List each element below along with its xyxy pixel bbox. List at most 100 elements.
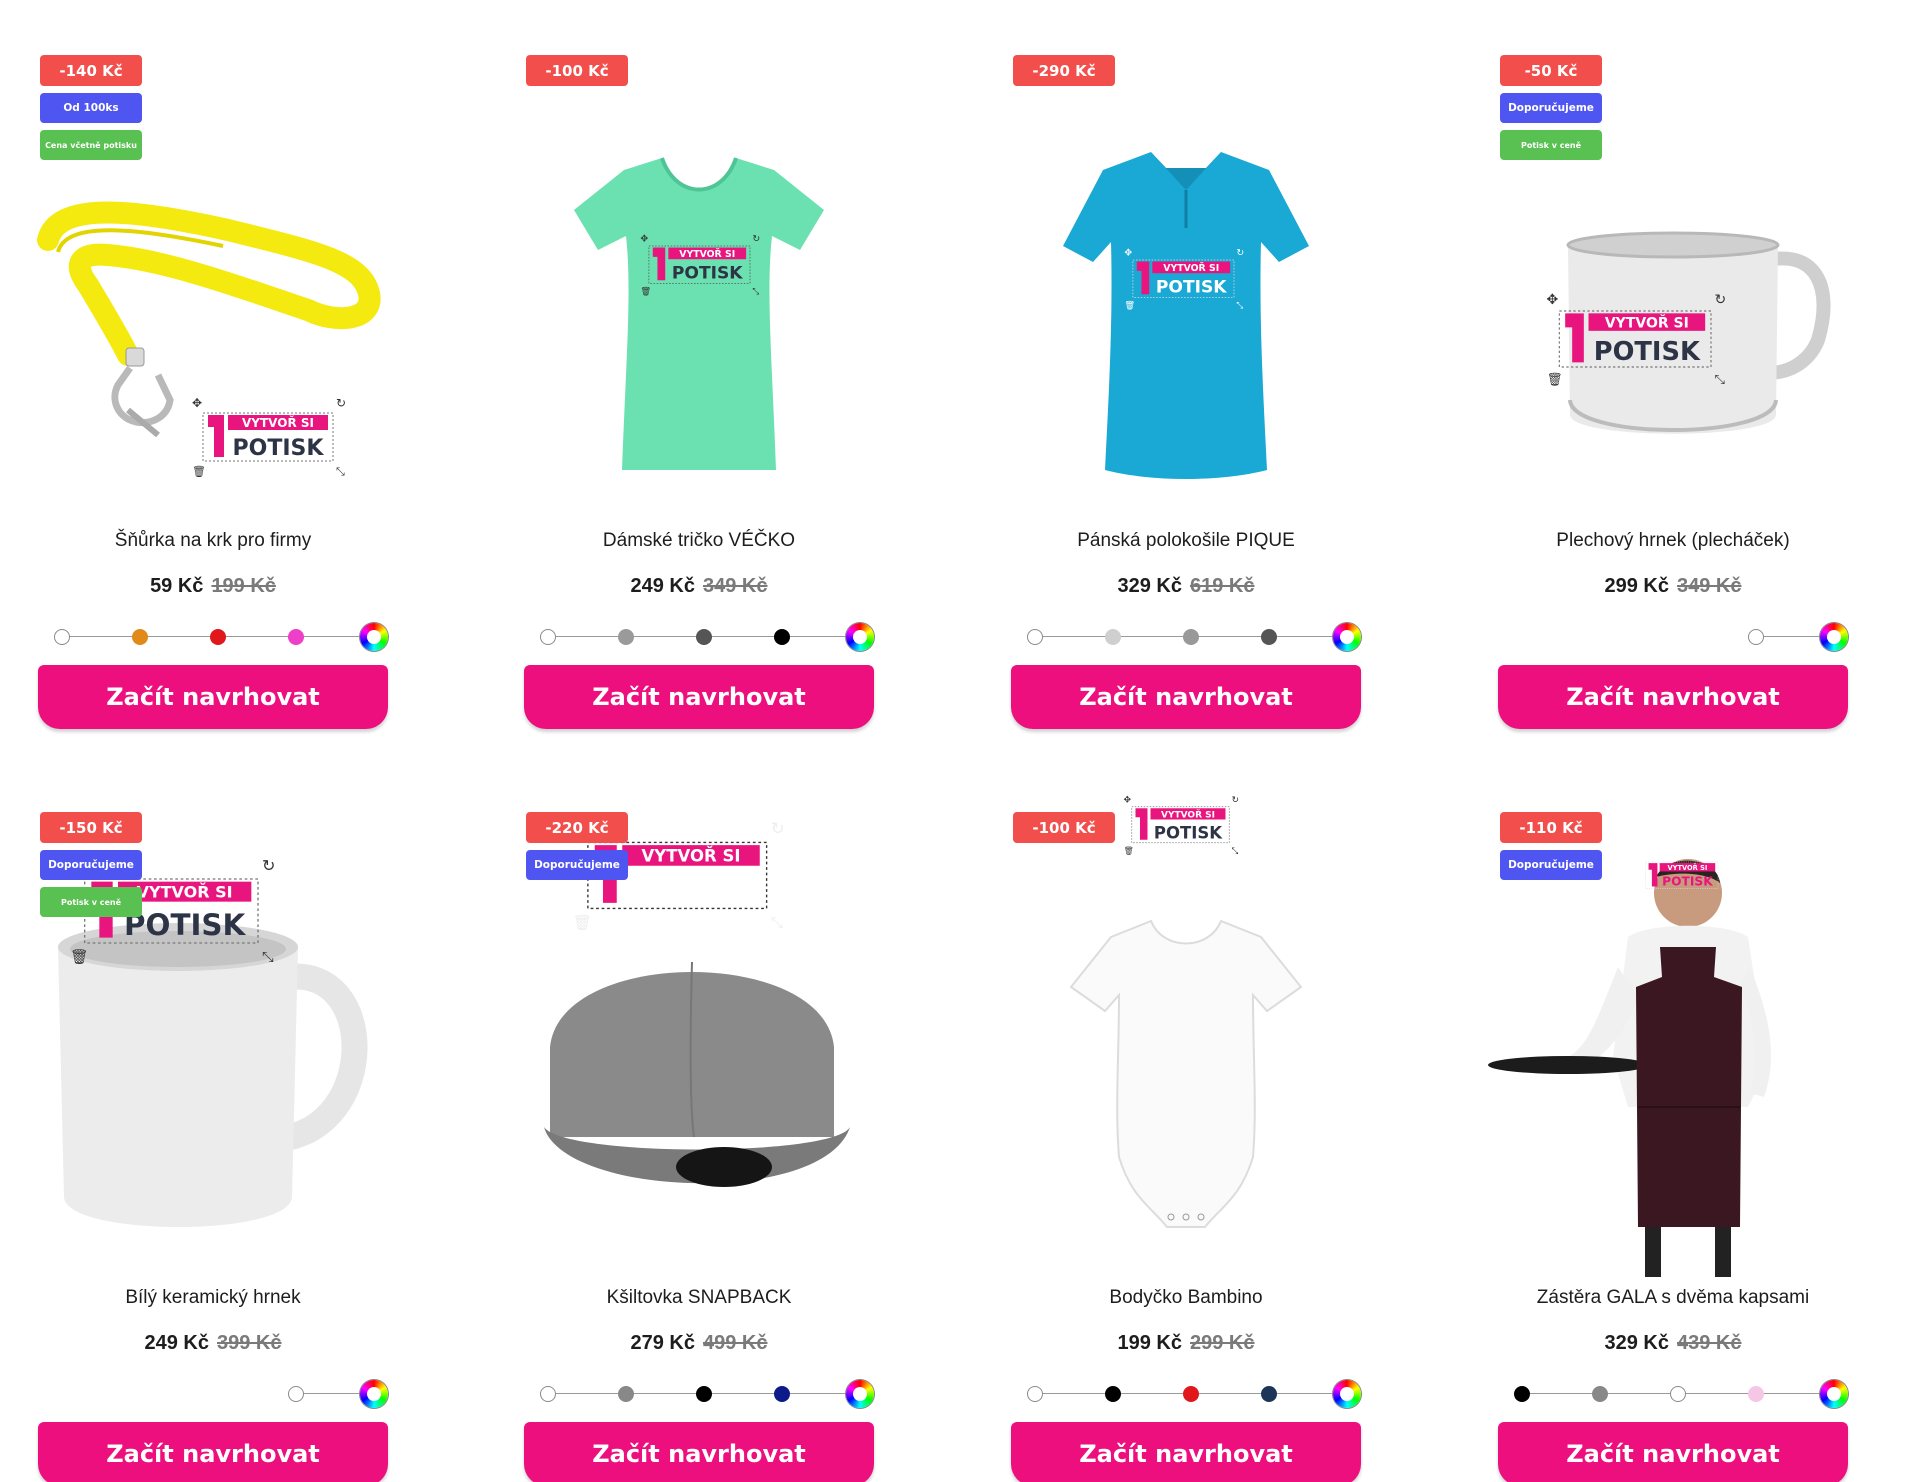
rotate-icon[interactable]: ↻ — [1236, 247, 1244, 257]
color-swatch[interactable] — [1183, 1386, 1199, 1402]
rotate-icon[interactable]: ↻ — [336, 396, 346, 410]
trash-icon[interactable]: 🗑 — [1547, 371, 1563, 386]
trash-icon[interactable]: 🗑 — [70, 949, 89, 966]
rotate-icon[interactable]: ↻ — [771, 820, 785, 838]
color-swatch[interactable] — [540, 629, 556, 645]
design-preview[interactable]: VYTVOŘ SI POTISK — [1638, 852, 1728, 897]
move-icon[interactable]: ✥ — [1547, 291, 1559, 307]
design-preview[interactable]: VYTVOŘ SI POTISK ✥ ↻ 🗑 ⤡ — [1120, 246, 1250, 311]
color-swatch[interactable] — [1027, 1386, 1043, 1402]
move-icon[interactable]: ✥ — [640, 233, 648, 243]
potisk-logo: VYTVOŘ SI POTISK ✥ ↻ 🗑 ⤡ — [1547, 291, 1727, 386]
product-card[interactable]: -220 Kč Doporučujeme VYTVOŘ SI POTISK ✥ … — [486, 757, 972, 1482]
resize-icon[interactable]: ⤡ — [1232, 846, 1239, 855]
color-swatch[interactable] — [1748, 1386, 1764, 1402]
start-design-button[interactable]: Začít navrhovat — [524, 665, 874, 729]
rotate-icon[interactable]: ↻ — [1232, 794, 1240, 804]
rotate-icon[interactable]: ↻ — [1715, 291, 1727, 307]
trash-icon[interactable]: 🗑 — [573, 915, 592, 932]
color-swatch[interactable] — [618, 1386, 634, 1402]
move-icon[interactable]: ✥ — [1124, 247, 1132, 257]
product-title[interactable]: Dámské tričko VÉČKO — [486, 530, 912, 552]
design-preview[interactable]: VYTVOŘ SI POTISK ✥ ↻ 🗑 ⤡ — [636, 232, 766, 297]
start-design-button[interactable]: Začít navrhovat — [1011, 665, 1361, 729]
product-title[interactable]: Šňůrka na krk pro firmy — [0, 530, 426, 552]
discount-badge: -110 Kč — [1500, 812, 1602, 843]
product-image[interactable] — [991, 150, 1381, 520]
start-design-button[interactable]: Začít navrhovat — [1498, 665, 1848, 729]
trash-icon[interactable]: 🗑 — [1124, 845, 1134, 855]
color-swatch[interactable] — [1670, 1386, 1686, 1402]
color-swatch[interactable] — [1514, 1386, 1530, 1402]
color-swatch[interactable] — [1027, 629, 1043, 645]
color-swatch[interactable] — [1592, 1386, 1608, 1402]
color-swatch[interactable] — [1105, 629, 1121, 645]
design-preview[interactable]: VYTVOŘ SI POTISK ✥ ↻ 🗑 ⤡ — [1540, 290, 1730, 390]
product-title[interactable]: Bodyčko Bambino — [973, 1287, 1399, 1309]
color-wheel-icon[interactable] — [1820, 1380, 1848, 1408]
resize-icon[interactable]: ⤡ — [1236, 300, 1243, 310]
product-image[interactable] — [991, 907, 1381, 1277]
color-swatch[interactable] — [1261, 629, 1277, 645]
move-icon[interactable]: ✥ — [1124, 794, 1132, 804]
color-wheel-icon[interactable] — [846, 623, 874, 651]
color-swatch[interactable] — [696, 1386, 712, 1402]
color-wheel-icon[interactable] — [846, 1380, 874, 1408]
color-wheel-icon[interactable] — [1333, 1380, 1361, 1408]
start-design-button[interactable]: Začít navrhovat — [524, 1422, 874, 1482]
design-preview[interactable]: VYTVOŘ SI POTISK ✥ ↻ 🗑 ⤡ — [190, 395, 346, 478]
color-swatch[interactable] — [696, 629, 712, 645]
design-preview[interactable]: VYTVOŘ SI POTISK ✥ ↻ 🗑 ⤡ — [1122, 792, 1242, 855]
trash-icon[interactable]: 🗑 — [1124, 300, 1135, 310]
trash-icon[interactable]: 🗑 — [640, 286, 651, 296]
print-badge: Potisk v ceně — [40, 887, 142, 917]
color-swatch[interactable] — [774, 629, 790, 645]
product-card[interactable]: -100 Kč VYTVOŘ SI POTISK ✥ ↻ 🗑 ⤡ Bodyčko… — [973, 757, 1459, 1482]
color-swatch[interactable] — [132, 629, 148, 645]
product-card[interactable]: -100 Kč VYTVOŘ SI POTISK ✥ ↻ 🗑 ⤡ Dámské … — [486, 0, 972, 740]
product-card[interactable]: -140 Kč Od 100ks Cena včetně potisku VYT… — [0, 0, 486, 740]
product-card[interactable]: -110 Kč Doporučujeme VYTVOŘ SI POTISK Zá… — [1460, 757, 1920, 1482]
product-card[interactable]: -50 Kč Doporučujeme Potisk v ceně VYTVOŘ… — [1460, 0, 1920, 740]
color-wheel-icon[interactable] — [360, 1380, 388, 1408]
color-swatch[interactable] — [288, 1386, 304, 1402]
trash-icon[interactable]: 🗑 — [192, 465, 206, 478]
color-swatch[interactable] — [1183, 629, 1199, 645]
start-design-button[interactable]: Začít navrhovat — [38, 1422, 388, 1482]
resize-icon[interactable]: ⤡ — [336, 466, 345, 478]
product-title[interactable]: Kšiltovka SNAPBACK — [486, 1287, 912, 1309]
product-image[interactable] — [504, 150, 894, 520]
product-title[interactable]: Plechový hrnek (plecháček) — [1460, 530, 1886, 552]
resize-icon[interactable]: ⤡ — [771, 915, 783, 932]
color-swatch[interactable] — [288, 629, 304, 645]
product-card[interactable]: -290 Kč VYTVOŘ SI POTISK ✥ ↻ 🗑 ⤡ Pánská — [973, 0, 1459, 740]
color-swatch[interactable] — [210, 629, 226, 645]
color-swatch[interactable] — [774, 1386, 790, 1402]
start-design-button[interactable]: Začít navrhovat — [38, 665, 388, 729]
color-wheel-icon[interactable] — [360, 623, 388, 651]
color-wheel-icon[interactable] — [1820, 623, 1848, 651]
rotate-icon[interactable]: ↻ — [262, 858, 275, 875]
color-wheel-icon[interactable] — [1333, 623, 1361, 651]
resize-icon[interactable]: ⤡ — [1715, 371, 1726, 386]
product-price: 299 Kč 349 Kč — [1460, 575, 1886, 598]
product-card[interactable]: -150 Kč Doporučujeme Potisk v ceně VYTVO… — [0, 757, 486, 1482]
color-swatch[interactable] — [618, 629, 634, 645]
color-swatch[interactable] — [54, 629, 70, 645]
color-swatch[interactable] — [1748, 629, 1764, 645]
product-image[interactable] — [1478, 859, 1868, 1277]
color-swatch[interactable] — [1105, 1386, 1121, 1402]
product-image[interactable] — [504, 907, 894, 1277]
product-title[interactable]: Bílý keramický hrnek — [0, 1287, 426, 1309]
rotate-icon[interactable]: ↻ — [752, 233, 760, 243]
product-title[interactable]: Pánská polokošile PIQUE — [973, 530, 1399, 552]
start-design-button[interactable]: Začít navrhovat — [1498, 1422, 1848, 1482]
move-icon[interactable]: ✥ — [192, 396, 202, 410]
color-swatch[interactable] — [1261, 1386, 1277, 1402]
resize-icon[interactable]: ⤡ — [262, 950, 274, 966]
product-title[interactable]: Zástěra GALA s dvěma kapsami — [1460, 1287, 1886, 1309]
color-swatch[interactable] — [540, 1386, 556, 1402]
resize-icon[interactable]: ⤡ — [752, 286, 759, 296]
color-swatches — [40, 1379, 388, 1409]
start-design-button[interactable]: Začít navrhovat — [1011, 1422, 1361, 1482]
